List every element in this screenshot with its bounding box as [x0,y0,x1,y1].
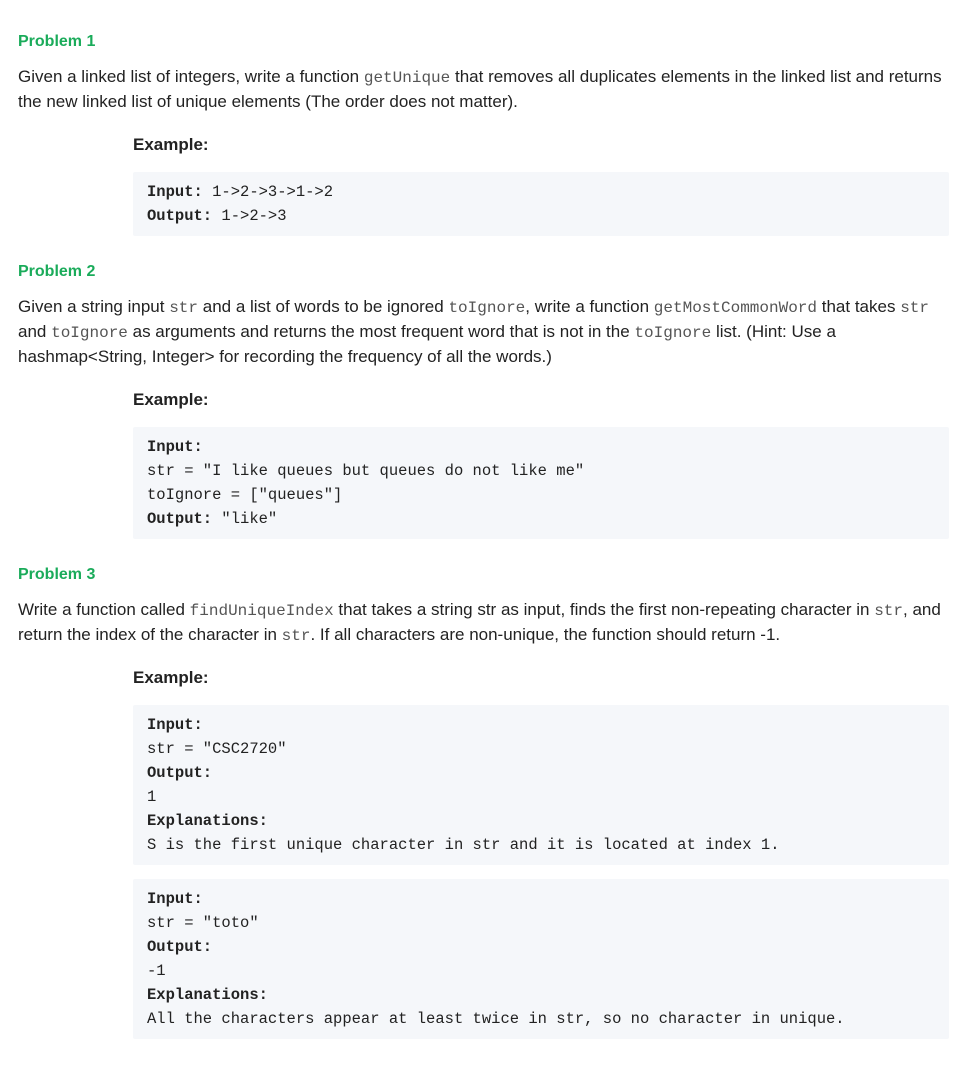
inline-code: str [900,299,929,317]
inline-code: toIgnore [51,324,128,342]
inline-code: getMostCommonWord [654,299,817,317]
inline-code: getUnique [364,69,450,87]
problem-1-heading: Problem 1 [18,30,949,53]
problem-3-codeblock-1: Input: str = "CSC2720" Output: 1 Explana… [133,705,949,865]
problem-3-example: Example: Input: str = "CSC2720" Output: … [133,666,949,1039]
problem-2-description: Given a string input str and a list of w… [18,295,949,370]
problem-3-description: Write a function called findUniqueIndex … [18,598,949,648]
inline-code: str [282,627,311,645]
inline-code: findUniqueIndex [190,602,334,620]
example-label: Example: [133,388,949,413]
inline-code: toIgnore [634,324,711,342]
inline-code: str [874,602,903,620]
problem-2-example: Example: Input: str = "I like queues but… [133,388,949,539]
problem-3-codeblock-2: Input: str = "toto" Output: -1 Explanati… [133,879,949,1039]
problem-3-heading: Problem 3 [18,563,949,586]
inline-code: toIgnore [448,299,525,317]
example-label: Example: [133,666,949,691]
inline-code: str [169,299,198,317]
problem-2-codeblock-1: Input: str = "I like queues but queues d… [133,427,949,539]
problem-1-example: Example: Input: 1->2->3->1->2 Output: 1-… [133,133,949,236]
problem-2-heading: Problem 2 [18,260,949,283]
example-label: Example: [133,133,949,158]
problem-1-description: Given a linked list of integers, write a… [18,65,949,115]
problem-1-codeblock-1: Input: 1->2->3->1->2 Output: 1->2->3 [133,172,949,236]
